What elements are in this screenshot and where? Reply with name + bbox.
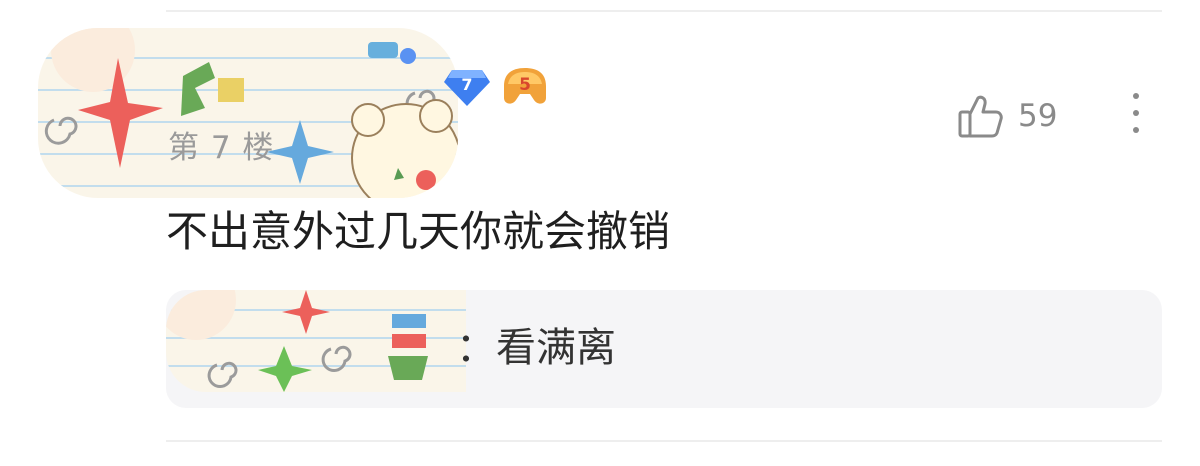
thumbs-up-icon[interactable]: [956, 92, 1004, 140]
reply-username-sticker[interactable]: [166, 290, 466, 392]
fan-level-badge-icon: 5: [504, 68, 546, 104]
floor-label: 第 7 楼: [168, 130, 275, 166]
diamond-level-badge-icon: 7: [444, 70, 490, 106]
level-badge: 7: [444, 66, 490, 106]
reply-text: ：看满离: [456, 325, 616, 371]
like-button[interactable]: 59: [956, 88, 1057, 144]
username-sticker[interactable]: [38, 28, 458, 198]
fan-badge: 5: [500, 64, 550, 108]
svg-text:7: 7: [461, 75, 472, 94]
like-count: 59: [1018, 98, 1058, 134]
svg-text:5: 5: [519, 75, 531, 95]
comment-thread: 7 5 第 7 楼 59 不出意外过几天你就会撤销 ：看满离: [0, 0, 1200, 466]
top-divider: [166, 10, 1162, 12]
comment-text: 不出意外过几天你就会撤销: [166, 207, 671, 256]
vertical-ellipsis-icon[interactable]: [1124, 90, 1148, 136]
bottom-divider: [166, 440, 1162, 442]
